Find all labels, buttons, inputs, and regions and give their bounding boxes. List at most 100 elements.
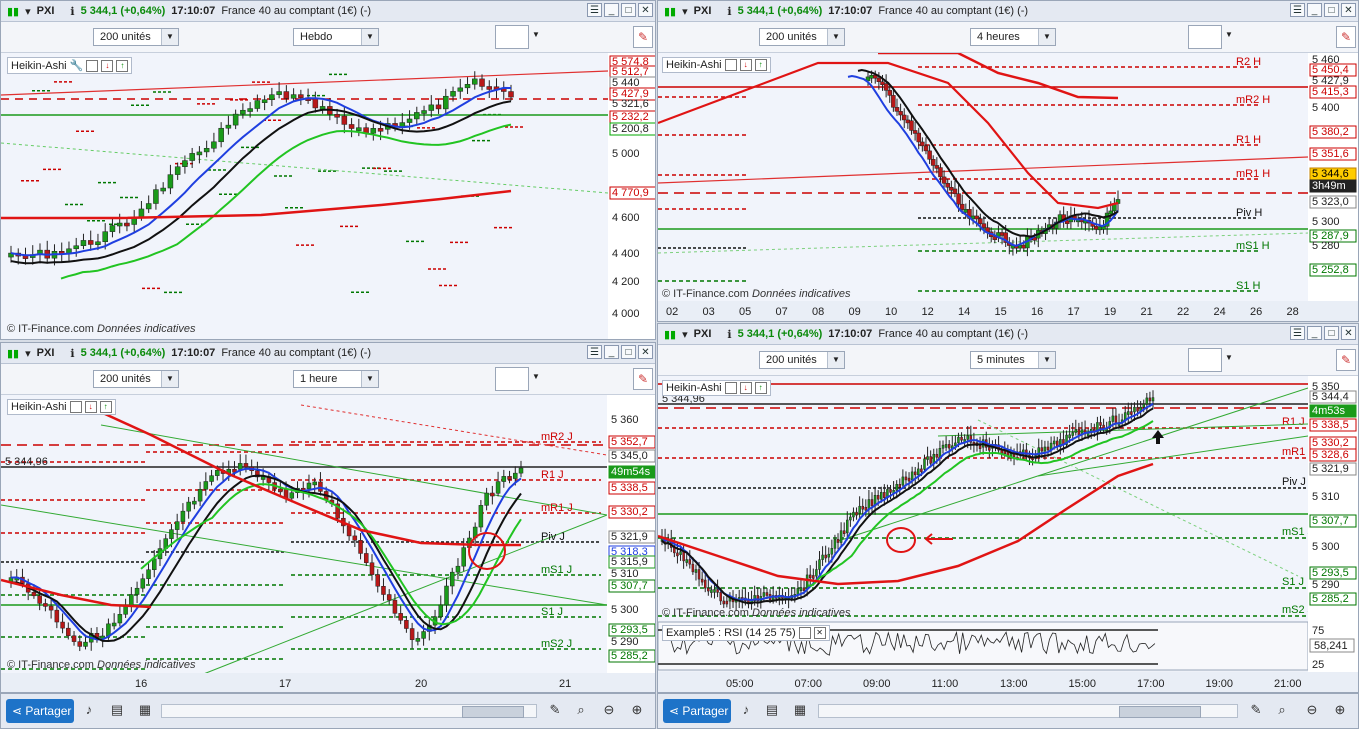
- indicators-icon[interactable]: [1188, 25, 1222, 49]
- instrument-name: France 40 au comptant (1€) (-): [221, 347, 372, 359]
- window-icon[interactable]: [69, 401, 82, 413]
- minimize-button[interactable]: _: [604, 3, 619, 17]
- window-icon[interactable]: [724, 59, 737, 71]
- minimize-button[interactable]: _: [1307, 326, 1322, 340]
- units-select[interactable]: 200 unités ▼: [93, 370, 179, 388]
- units-select[interactable]: 200 unités ▼: [759, 351, 845, 369]
- minimize-button[interactable]: _: [1307, 3, 1322, 17]
- up-arrow-icon[interactable]: ↑: [99, 401, 112, 413]
- expand-icon[interactable]: ▾: [682, 328, 688, 341]
- up-arrow-icon[interactable]: ↑: [116, 59, 129, 72]
- zoom-in-icon[interactable]: ⊕: [629, 701, 645, 719]
- candle: [102, 231, 108, 242]
- candle: [346, 525, 352, 537]
- period-select[interactable]: Hebdo ▼: [293, 28, 379, 46]
- horizontal-scrollbar[interactable]: [818, 704, 1238, 718]
- candle: [929, 456, 932, 464]
- share-button[interactable]: ⋖ Partager: [663, 699, 731, 723]
- maximize-button[interactable]: □: [621, 3, 636, 17]
- draw-icon[interactable]: ✎: [547, 701, 563, 719]
- candle: [812, 575, 815, 579]
- layout-icon[interactable]: ☰: [587, 3, 602, 17]
- chart-canvas[interactable]: 5 344,96R1 JmR1 JPiv JmS1 JS1 JmS2 J5 35…: [658, 376, 1358, 692]
- zoom-out-icon[interactable]: ⊖: [601, 701, 617, 719]
- period-select[interactable]: 5 minutes ▼: [970, 351, 1056, 369]
- share-button[interactable]: ⋖ Partager: [6, 699, 74, 723]
- draw-tool-icon[interactable]: ✎: [1336, 349, 1356, 371]
- info-icon[interactable]: ℹ: [70, 5, 74, 18]
- period-select[interactable]: 1 heure ▼: [293, 370, 379, 388]
- list-icon[interactable]: ▤: [764, 701, 780, 719]
- candle: [876, 77, 882, 82]
- alert-icon[interactable]: ♪: [738, 701, 754, 719]
- expand-icon[interactable]: ▾: [25, 5, 31, 18]
- down-arrow-icon[interactable]: ↓: [739, 59, 752, 71]
- draw-tool-icon[interactable]: ✎: [1336, 26, 1356, 48]
- draw-tool-icon[interactable]: ✎: [633, 368, 653, 390]
- window-icon[interactable]: [724, 382, 737, 394]
- expand-icon[interactable]: ▾: [25, 347, 31, 360]
- indicators-icon[interactable]: [495, 367, 529, 391]
- maximize-button[interactable]: □: [1324, 3, 1339, 17]
- candle: [37, 595, 42, 604]
- maximize-button[interactable]: □: [1324, 326, 1339, 340]
- layout-icon[interactable]: ☰: [1290, 3, 1305, 17]
- layout-icon[interactable]: ☰: [1290, 326, 1305, 340]
- horizontal-scrollbar[interactable]: [161, 704, 537, 718]
- indicators-icon[interactable]: [1188, 348, 1222, 372]
- period-select[interactable]: 4 heures ▼: [970, 28, 1056, 46]
- time-axis-label: 21:00: [1274, 678, 1302, 690]
- list-icon[interactable]: ▤: [109, 701, 125, 719]
- maximize-button[interactable]: □: [621, 345, 636, 359]
- price-axis-label: 5 252,8: [1312, 264, 1349, 276]
- window-icon[interactable]: [86, 59, 99, 72]
- close-button[interactable]: ✕: [1341, 3, 1356, 17]
- zoom-fit-icon[interactable]: ⌕: [573, 701, 589, 719]
- down-arrow-icon[interactable]: ↓: [84, 401, 97, 413]
- units-select[interactable]: 200 unités ▼: [93, 28, 179, 46]
- pane-titlebar: ▮▮ ▾ PXI ℹ 5 344,1 (+0,64%) 17:10:07 Fra…: [1, 1, 655, 22]
- layout-icon[interactable]: ☰: [587, 345, 602, 359]
- up-arrow-icon[interactable]: ↑: [754, 59, 767, 71]
- info-icon[interactable]: ℹ: [727, 328, 731, 341]
- candle: [802, 587, 806, 592]
- chevron-down-icon[interactable]: ▼: [1225, 353, 1233, 362]
- close-button[interactable]: ✕: [638, 345, 653, 359]
- window-icon[interactable]: [798, 627, 811, 639]
- table-icon[interactable]: ▦: [137, 701, 153, 719]
- close-button[interactable]: ✕: [1341, 326, 1356, 340]
- chevron-down-icon[interactable]: ▼: [532, 30, 540, 39]
- down-arrow-icon[interactable]: ↓: [739, 382, 752, 394]
- chart-canvas[interactable]: R2 HmR2 HR1 HmR1 HPiv HmS1 HS1 H5 4605 4…: [658, 53, 1358, 321]
- close-button[interactable]: ✕: [638, 3, 653, 17]
- down-arrow-icon[interactable]: ↓: [101, 59, 114, 72]
- wrench-icon[interactable]: 🔧: [70, 59, 84, 72]
- expand-icon[interactable]: ▾: [682, 5, 688, 18]
- table-icon[interactable]: ▦: [792, 701, 808, 719]
- chevron-down-icon[interactable]: ▼: [1225, 30, 1233, 39]
- zoom-fit-icon[interactable]: ⌕: [1274, 701, 1290, 719]
- up-arrow-icon[interactable]: ↑: [754, 382, 767, 394]
- chart-canvas[interactable]: 5 574,85 512,75 4405 427,95 321,65 232,2…: [1, 53, 655, 339]
- zoom-out-icon[interactable]: ⊖: [1304, 701, 1320, 719]
- symbol-name: PXI: [693, 5, 712, 17]
- draw-tool-icon[interactable]: ✎: [633, 26, 653, 48]
- info-icon[interactable]: ℹ: [727, 5, 731, 18]
- close-icon[interactable]: ✕: [813, 627, 826, 639]
- candle: [457, 87, 464, 92]
- price-change: 5 344,1 (+0,64%): [737, 5, 823, 17]
- indicators-icon[interactable]: [495, 25, 529, 49]
- zoom-in-icon[interactable]: ⊕: [1332, 701, 1348, 719]
- draw-icon[interactable]: ✎: [1248, 701, 1264, 719]
- candle: [490, 492, 495, 497]
- units-select[interactable]: 200 unités ▼: [759, 28, 845, 46]
- chevron-down-icon[interactable]: ▼: [532, 372, 540, 381]
- alert-icon[interactable]: ♪: [81, 701, 97, 719]
- indicator-label: Heikin-Ashi ↓ ↑: [662, 380, 771, 396]
- symbol-icon: ▮▮: [7, 5, 20, 18]
- chart-canvas[interactable]: 5 344,96 mR2 J R1 J mR1 J Piv J mS1 J S1 J mS2 …: [1, 395, 655, 692]
- candle: [218, 127, 224, 143]
- minimize-button[interactable]: _: [604, 345, 619, 359]
- candle: [855, 511, 858, 516]
- info-icon[interactable]: ℹ: [70, 347, 74, 360]
